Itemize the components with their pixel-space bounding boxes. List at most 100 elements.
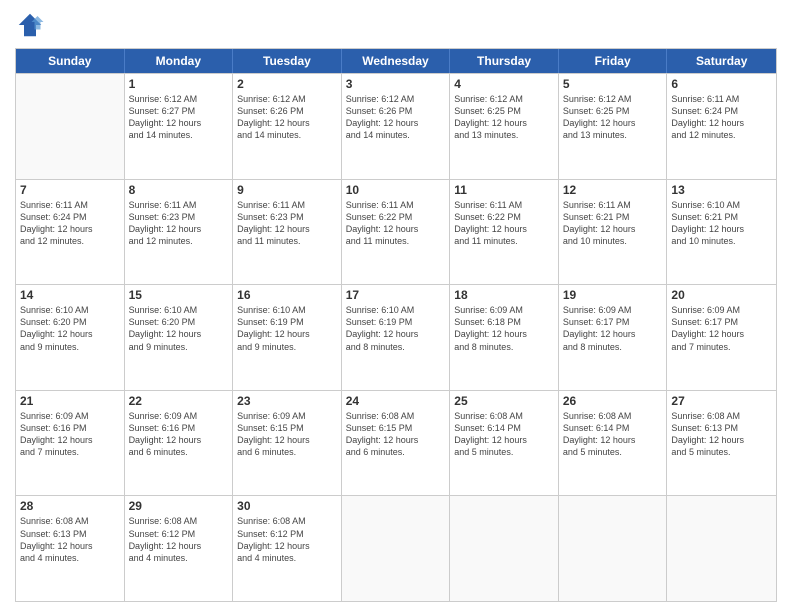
day-number: 17 xyxy=(346,288,446,302)
calendar-cell: 1 Sunrise: 6:12 AM Sunset: 6:27 PM Daylig… xyxy=(125,74,234,179)
day-info: Sunrise: 6:10 AM Sunset: 6:20 PM Dayligh… xyxy=(129,304,229,353)
day-number: 10 xyxy=(346,183,446,197)
day-info: Sunrise: 6:11 AM Sunset: 6:23 PM Dayligh… xyxy=(237,199,337,248)
day-info: Sunrise: 6:12 AM Sunset: 6:25 PM Dayligh… xyxy=(454,93,554,142)
day-number: 18 xyxy=(454,288,554,302)
day-number: 4 xyxy=(454,77,554,91)
day-info: Sunrise: 6:09 AM Sunset: 6:15 PM Dayligh… xyxy=(237,410,337,459)
day-info: Sunrise: 6:09 AM Sunset: 6:17 PM Dayligh… xyxy=(563,304,663,353)
day-number: 20 xyxy=(671,288,772,302)
calendar-cell: 15 Sunrise: 6:10 AM Sunset: 6:20 PM Dayli… xyxy=(125,285,234,390)
day-number: 8 xyxy=(129,183,229,197)
calendar-cell: 6 Sunrise: 6:11 AM Sunset: 6:24 PM Daylig… xyxy=(667,74,776,179)
header xyxy=(15,10,777,40)
calendar-cell: 8 Sunrise: 6:11 AM Sunset: 6:23 PM Daylig… xyxy=(125,180,234,285)
weekday-header: Tuesday xyxy=(233,49,342,73)
day-info: Sunrise: 6:11 AM Sunset: 6:22 PM Dayligh… xyxy=(454,199,554,248)
calendar-cell xyxy=(667,496,776,601)
weekday-header: Friday xyxy=(559,49,668,73)
calendar-cell: 25 Sunrise: 6:08 AM Sunset: 6:14 PM Dayli… xyxy=(450,391,559,496)
day-info: Sunrise: 6:12 AM Sunset: 6:26 PM Dayligh… xyxy=(237,93,337,142)
day-info: Sunrise: 6:09 AM Sunset: 6:17 PM Dayligh… xyxy=(671,304,772,353)
calendar-header: SundayMondayTuesdayWednesdayThursdayFrid… xyxy=(16,49,776,73)
day-info: Sunrise: 6:11 AM Sunset: 6:22 PM Dayligh… xyxy=(346,199,446,248)
calendar-cell: 30 Sunrise: 6:08 AM Sunset: 6:12 PM Dayli… xyxy=(233,496,342,601)
calendar-row: 21 Sunrise: 6:09 AM Sunset: 6:16 PM Dayli… xyxy=(16,390,776,496)
calendar-cell xyxy=(342,496,451,601)
calendar-cell: 19 Sunrise: 6:09 AM Sunset: 6:17 PM Dayli… xyxy=(559,285,668,390)
day-number: 28 xyxy=(20,499,120,513)
day-number: 23 xyxy=(237,394,337,408)
day-info: Sunrise: 6:10 AM Sunset: 6:19 PM Dayligh… xyxy=(237,304,337,353)
calendar-cell: 14Sunrise: 6:10 AM Sunset: 6:20 PM Dayli… xyxy=(16,285,125,390)
day-number: 7 xyxy=(20,183,120,197)
day-info: Sunrise: 6:11 AM Sunset: 6:24 PM Dayligh… xyxy=(671,93,772,142)
day-number: 1 xyxy=(129,77,229,91)
day-number: 30 xyxy=(237,499,337,513)
calendar-cell: 10 Sunrise: 6:11 AM Sunset: 6:22 PM Dayli… xyxy=(342,180,451,285)
day-number: 26 xyxy=(563,394,663,408)
day-info: Sunrise: 6:08 AM Sunset: 6:12 PM Dayligh… xyxy=(237,515,337,564)
weekday-header: Sunday xyxy=(16,49,125,73)
calendar-cell: 3Sunrise: 6:12 AM Sunset: 6:26 PM Daylig… xyxy=(342,74,451,179)
calendar-cell: 7 Sunrise: 6:11 AM Sunset: 6:24 PM Daylig… xyxy=(16,180,125,285)
day-info: Sunrise: 6:08 AM Sunset: 6:15 PM Dayligh… xyxy=(346,410,446,459)
weekday-header: Wednesday xyxy=(342,49,451,73)
calendar-cell: 29 Sunrise: 6:08 AM Sunset: 6:12 PM Dayli… xyxy=(125,496,234,601)
day-info: Sunrise: 6:08 AM Sunset: 6:14 PM Dayligh… xyxy=(454,410,554,459)
day-info: Sunrise: 6:08 AM Sunset: 6:12 PM Dayligh… xyxy=(129,515,229,564)
day-number: 27 xyxy=(671,394,772,408)
calendar-cell: 17 Sunrise: 6:10 AM Sunset: 6:19 PM Dayli… xyxy=(342,285,451,390)
day-number: 11 xyxy=(454,183,554,197)
day-info: Sunrise: 6:11 AM Sunset: 6:23 PM Dayligh… xyxy=(129,199,229,248)
day-info: Sunrise: 6:09 AM Sunset: 6:18 PM Dayligh… xyxy=(454,304,554,353)
calendar-cell: 22 Sunrise: 6:09 AM Sunset: 6:16 PM Dayli… xyxy=(125,391,234,496)
page: SundayMondayTuesdayWednesdayThursdayFrid… xyxy=(0,0,792,612)
weekday-header: Thursday xyxy=(450,49,559,73)
calendar-cell: 24Sunrise: 6:08 AM Sunset: 6:15 PM Dayli… xyxy=(342,391,451,496)
weekday-header: Monday xyxy=(125,49,234,73)
day-number: 19 xyxy=(563,288,663,302)
calendar-cell: 2 Sunrise: 6:12 AM Sunset: 6:26 PM Daylig… xyxy=(233,74,342,179)
day-number: 29 xyxy=(129,499,229,513)
calendar-body: 1 Sunrise: 6:12 AM Sunset: 6:27 PM Daylig… xyxy=(16,73,776,601)
weekday-header: Saturday xyxy=(667,49,776,73)
calendar-cell: 23 Sunrise: 6:09 AM Sunset: 6:15 PM Dayli… xyxy=(233,391,342,496)
calendar-cell: 16Sunrise: 6:10 AM Sunset: 6:19 PM Dayli… xyxy=(233,285,342,390)
calendar-row: 28 Sunrise: 6:08 AM Sunset: 6:13 PM Dayli… xyxy=(16,495,776,601)
day-number: 25 xyxy=(454,394,554,408)
calendar-cell: 18 Sunrise: 6:09 AM Sunset: 6:18 PM Dayli… xyxy=(450,285,559,390)
calendar-cell xyxy=(16,74,125,179)
day-number: 6 xyxy=(671,77,772,91)
calendar-cell: 11 Sunrise: 6:11 AM Sunset: 6:22 PM Dayli… xyxy=(450,180,559,285)
day-info: Sunrise: 6:09 AM Sunset: 6:16 PM Dayligh… xyxy=(20,410,120,459)
calendar-row: 14Sunrise: 6:10 AM Sunset: 6:20 PM Dayli… xyxy=(16,284,776,390)
calendar-row: 1 Sunrise: 6:12 AM Sunset: 6:27 PM Daylig… xyxy=(16,73,776,179)
day-number: 9 xyxy=(237,183,337,197)
calendar-cell: 9 Sunrise: 6:11 AM Sunset: 6:23 PM Daylig… xyxy=(233,180,342,285)
calendar-cell: 26 Sunrise: 6:08 AM Sunset: 6:14 PM Dayli… xyxy=(559,391,668,496)
calendar-cell xyxy=(559,496,668,601)
day-info: Sunrise: 6:11 AM Sunset: 6:24 PM Dayligh… xyxy=(20,199,120,248)
day-number: 5 xyxy=(563,77,663,91)
day-info: Sunrise: 6:08 AM Sunset: 6:13 PM Dayligh… xyxy=(20,515,120,564)
day-info: Sunrise: 6:08 AM Sunset: 6:14 PM Dayligh… xyxy=(563,410,663,459)
day-number: 3 xyxy=(346,77,446,91)
day-number: 21 xyxy=(20,394,120,408)
day-info: Sunrise: 6:10 AM Sunset: 6:20 PM Dayligh… xyxy=(20,304,120,353)
calendar-cell: 27 Sunrise: 6:08 AM Sunset: 6:13 PM Dayli… xyxy=(667,391,776,496)
day-number: 15 xyxy=(129,288,229,302)
calendar-cell xyxy=(450,496,559,601)
calendar-cell: 20 Sunrise: 6:09 AM Sunset: 6:17 PM Dayli… xyxy=(667,285,776,390)
day-number: 13 xyxy=(671,183,772,197)
calendar-cell: 5Sunrise: 6:12 AM Sunset: 6:25 PM Daylig… xyxy=(559,74,668,179)
day-number: 22 xyxy=(129,394,229,408)
day-info: Sunrise: 6:10 AM Sunset: 6:19 PM Dayligh… xyxy=(346,304,446,353)
day-info: Sunrise: 6:08 AM Sunset: 6:13 PM Dayligh… xyxy=(671,410,772,459)
day-number: 2 xyxy=(237,77,337,91)
calendar: SundayMondayTuesdayWednesdayThursdayFrid… xyxy=(15,48,777,602)
calendar-cell: 13 Sunrise: 6:10 AM Sunset: 6:21 PM Dayli… xyxy=(667,180,776,285)
day-info: Sunrise: 6:12 AM Sunset: 6:27 PM Dayligh… xyxy=(129,93,229,142)
day-info: Sunrise: 6:09 AM Sunset: 6:16 PM Dayligh… xyxy=(129,410,229,459)
day-info: Sunrise: 6:10 AM Sunset: 6:21 PM Dayligh… xyxy=(671,199,772,248)
